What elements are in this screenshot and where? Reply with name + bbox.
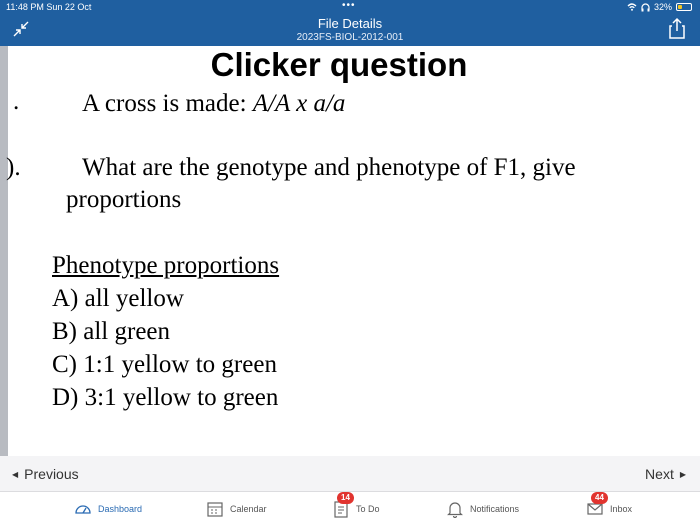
- battery-icon: [676, 3, 692, 11]
- bell-icon: [447, 502, 463, 518]
- calendar-icon: [207, 502, 223, 517]
- tab-dashboard-label: Dashboard: [98, 504, 143, 514]
- bullet-marker: .: [13, 88, 20, 115]
- answer-option-c: C) 1:1 yellow to green: [52, 351, 277, 378]
- cross-genotypes: A/A x a/a: [252, 90, 346, 117]
- share-icon[interactable]: [668, 17, 686, 39]
- tab-notifications-label: Notifications: [470, 504, 520, 514]
- slide-title: Clicker question: [210, 46, 468, 83]
- tab-todo-label: To Do: [356, 504, 380, 514]
- previous-button[interactable]: ◀ Previous: [12, 466, 79, 482]
- tab-inbox[interactable]: 44 Inbox: [586, 492, 633, 520]
- answer-option-d: D) 3:1 yellow to green: [52, 384, 279, 411]
- tab-calendar-label: Calendar: [230, 504, 267, 514]
- wifi-icon: [627, 3, 637, 11]
- answer-option-a: A) all yellow: [52, 285, 184, 312]
- slide-content: Clicker question . A cross is made: A/A …: [6, 46, 700, 456]
- tab-notifications[interactable]: Notifications: [446, 498, 519, 520]
- next-button[interactable]: Next ▶: [645, 466, 686, 482]
- question-text-line2: proportions: [66, 186, 182, 213]
- answer-option-b: B) all green: [52, 318, 171, 345]
- headphones-icon: [641, 2, 650, 11]
- battery-percent: 32%: [653, 2, 672, 12]
- header-title-group: File Details 2023FS-BIOL-2012-001: [0, 16, 700, 43]
- course-code: 2023FS-BIOL-2012-001: [296, 32, 404, 43]
- tab-calendar[interactable]: Calendar: [206, 498, 267, 520]
- chevron-left-icon: ◀: [12, 469, 19, 479]
- status-time: 11:48 PM Sun 22 Oct: [6, 2, 92, 12]
- tab-todo[interactable]: 14 To Do: [332, 492, 380, 520]
- question-cross-text: A cross is made:: [82, 90, 253, 117]
- status-indicators: 32%: [627, 2, 692, 12]
- dashboard-icon: [75, 505, 91, 514]
- top-header: 11:48 PM Sun 22 Oct ••• 32% File Details…: [0, 0, 700, 46]
- phenotype-heading: Phenotype proportions: [52, 252, 280, 279]
- next-label: Next: [645, 466, 674, 482]
- tab-inbox-label: Inbox: [610, 504, 633, 514]
- battery-level: [678, 5, 682, 9]
- page-title: File Details: [317, 16, 383, 31]
- inbox-badge: 44: [591, 492, 608, 504]
- previous-label: Previous: [24, 466, 79, 482]
- tab-dashboard[interactable]: Dashboard: [74, 498, 142, 520]
- multitasking-dots-icon[interactable]: •••: [342, 0, 356, 11]
- todo-badge: 14: [337, 492, 354, 504]
- bullet-marker: ).: [6, 154, 21, 181]
- question-cross: A cross is made: A/A x a/a: [82, 90, 345, 118]
- slide-left-edge: [0, 46, 8, 456]
- bottom-tab-bar: Dashboard Calendar 14 To Do Notification…: [0, 492, 700, 525]
- question-text-line1: What are the genotype and phenotype of F…: [82, 154, 576, 181]
- chevron-right-icon: ▶: [679, 469, 686, 479]
- file-navigation-bar: ◀ Previous Next ▶: [0, 456, 700, 492]
